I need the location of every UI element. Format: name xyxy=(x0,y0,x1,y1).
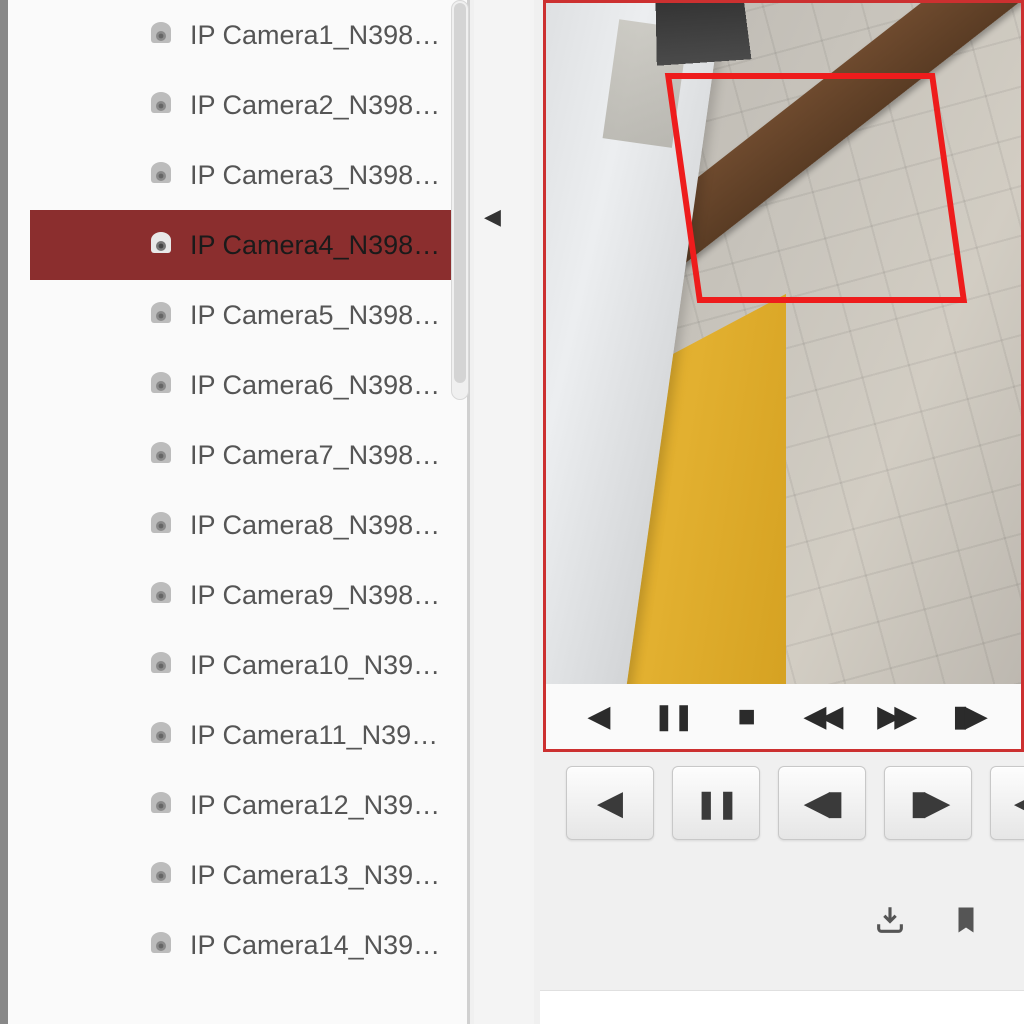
main-playback-bar: ◀ ❚❚ ◀▮ ▮▶ ◀◀ xyxy=(566,766,1024,840)
camera-icon xyxy=(145,581,177,609)
camera-label: IP Camera9_N398… xyxy=(190,580,440,611)
camera-icon xyxy=(145,651,177,679)
bookmark-icon[interactable] xyxy=(946,900,986,940)
camera-list-item[interactable]: IP Camera5_N398… xyxy=(30,280,461,350)
action-icons xyxy=(870,900,986,940)
camera-label: IP Camera14_N39… xyxy=(190,930,440,961)
panel-divider: ◀ xyxy=(474,0,534,1024)
camera-label: IP Camera4_N398… xyxy=(190,230,440,261)
play-reverse-button[interactable]: ◀ xyxy=(566,766,654,840)
camera-label: IP Camera12_N39… xyxy=(190,790,440,821)
camera-list-item[interactable]: IP Camera14_N39… xyxy=(30,910,461,980)
camera-icon xyxy=(145,91,177,119)
camera-label: IP Camera3_N398… xyxy=(190,160,440,191)
clip-stop-button[interactable]: ■ xyxy=(725,695,769,739)
status-bar xyxy=(540,990,1024,1024)
camera-icon xyxy=(145,21,177,49)
scrollbar[interactable] xyxy=(451,0,469,400)
camera-icon xyxy=(145,791,177,819)
clip-playback-bar: ◀ ❚❚ ■ ◀◀ ▶▶ ▮▶ xyxy=(546,684,1021,749)
camera-list-item[interactable]: IP Camera2_N398… xyxy=(30,70,461,140)
camera-list-item[interactable]: IP Camera3_N398… xyxy=(30,140,461,210)
camera-icon xyxy=(145,301,177,329)
detection-region-box xyxy=(665,73,967,303)
step-forward-button[interactable]: ▮▶ xyxy=(884,766,972,840)
camera-icon xyxy=(145,931,177,959)
video-feed xyxy=(546,3,1021,684)
camera-label: IP Camera1_N398… xyxy=(190,20,440,51)
camera-list-item[interactable]: IP Camera8_N398… xyxy=(30,490,461,560)
collapse-left-icon[interactable]: ◀ xyxy=(484,204,501,230)
camera-label: IP Camera10_N39… xyxy=(190,650,440,681)
camera-label: IP Camera2_N398… xyxy=(190,90,440,121)
camera-list-item[interactable]: IP Camera1_N398… xyxy=(30,0,461,70)
camera-icon xyxy=(145,161,177,189)
camera-list-item[interactable]: IP Camera10_N39… xyxy=(30,630,461,700)
camera-icon xyxy=(145,861,177,889)
camera-label: IP Camera6_N398… xyxy=(190,370,440,401)
camera-list-item[interactable]: IP Camera7_N398… xyxy=(30,420,461,490)
camera-list-item[interactable]: IP Camera6_N398… xyxy=(30,350,461,420)
camera-list-item[interactable]: IP Camera12_N39… xyxy=(30,770,461,840)
download-icon[interactable] xyxy=(870,900,910,940)
camera-label: IP Camera13_N39… xyxy=(190,860,440,891)
pause-button[interactable]: ❚❚ xyxy=(672,766,760,840)
clip-step-forward-button[interactable]: ▮▶ xyxy=(946,695,990,739)
scrollbar-thumb[interactable] xyxy=(454,3,466,383)
camera-icon xyxy=(145,441,177,469)
camera-icon xyxy=(145,721,177,749)
camera-list-item[interactable]: IP Camera9_N398… xyxy=(30,560,461,630)
camera-list: IP Camera1_N398… IP Camera2_N398… IP Cam… xyxy=(30,0,461,1024)
step-back-button[interactable]: ◀▮ xyxy=(778,766,866,840)
camera-label: IP Camera5_N398… xyxy=(190,300,440,331)
camera-label: IP Camera7_N398… xyxy=(190,440,440,471)
camera-label: IP Camera8_N398… xyxy=(190,510,440,541)
clip-rewind-button[interactable]: ◀◀ xyxy=(798,695,842,739)
camera-list-item[interactable]: IP Camera11_N39… xyxy=(30,700,461,770)
rewind-button[interactable]: ◀◀ xyxy=(990,766,1024,840)
camera-list-panel: IP Camera1_N398… IP Camera2_N398… IP Cam… xyxy=(0,0,470,1024)
video-viewport[interactable]: ◀ ❚❚ ■ ◀◀ ▶▶ ▮▶ xyxy=(543,0,1024,752)
camera-label: IP Camera11_N39… xyxy=(190,720,438,751)
clip-prev-button[interactable]: ◀ xyxy=(577,695,621,739)
clip-pause-button[interactable]: ❚❚ xyxy=(651,695,695,739)
camera-list-item[interactable]: IP Camera4_N398… xyxy=(30,210,461,280)
camera-icon xyxy=(145,231,177,259)
camera-list-item[interactable]: IP Camera13_N39… xyxy=(30,840,461,910)
clip-forward-button[interactable]: ▶▶ xyxy=(872,695,916,739)
camera-icon xyxy=(145,371,177,399)
camera-icon xyxy=(145,511,177,539)
